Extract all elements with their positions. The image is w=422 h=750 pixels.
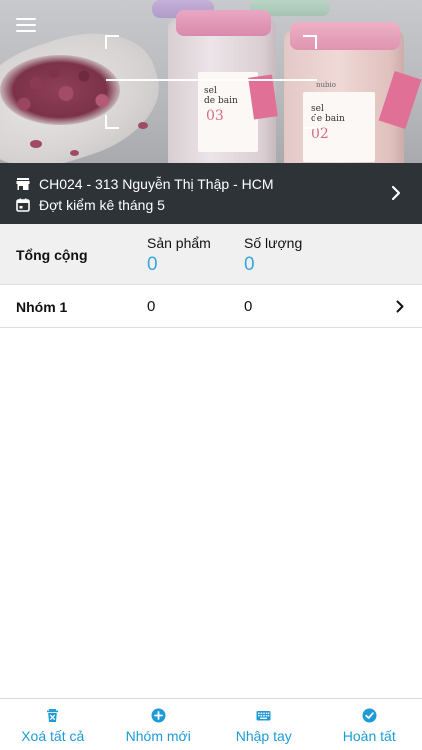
keyboard-icon bbox=[256, 711, 271, 721]
manual-input-button[interactable]: Nhập tay bbox=[211, 699, 317, 750]
summary-title: Tổng cộng bbox=[16, 247, 88, 263]
clear-all-label: Xoá tất cả bbox=[21, 728, 85, 744]
group-row[interactable]: Nhóm 1 0 0 bbox=[0, 286, 422, 328]
session-row: Đợt kiểm kê tháng 5 bbox=[16, 195, 165, 215]
petal-image bbox=[70, 150, 79, 156]
petal-image bbox=[138, 122, 148, 129]
trash-icon bbox=[47, 709, 59, 722]
plus-circle-icon bbox=[151, 708, 166, 723]
jar-lid bbox=[176, 10, 271, 36]
rose-petals-image bbox=[0, 55, 120, 125]
group-quantity: 0 bbox=[244, 298, 253, 315]
quantity-total: 0 bbox=[244, 254, 255, 275]
store-name: CH024 - 313 Nguyễn Thị Thập - HCM bbox=[39, 176, 274, 192]
viewfinder-corner bbox=[303, 115, 317, 129]
products-total: 0 bbox=[147, 254, 158, 275]
camera-preview: sel de bain 03 nubio sel de bain 02 bbox=[0, 0, 422, 163]
jar-label-text: sel de bain bbox=[204, 86, 238, 106]
chevron-right-icon bbox=[391, 185, 401, 201]
jar-brand: nubio bbox=[316, 81, 336, 89]
calendar-icon bbox=[16, 198, 30, 212]
new-group-button[interactable]: Nhóm mới bbox=[106, 699, 212, 750]
new-group-label: Nhóm mới bbox=[125, 728, 191, 744]
complete-label: Hoàn tất bbox=[342, 728, 396, 744]
summary-row: Tổng cộng Sản phẩm 0 Số lượng 0 bbox=[0, 224, 422, 285]
group-products: 0 bbox=[147, 298, 156, 315]
scan-line bbox=[106, 79, 317, 81]
chevron-right-icon bbox=[396, 300, 404, 313]
menu-icon[interactable] bbox=[16, 18, 36, 34]
clear-all-button[interactable]: Xoá tất cả bbox=[0, 699, 106, 750]
viewfinder-corner bbox=[105, 115, 119, 129]
store-icon bbox=[16, 178, 30, 190]
quantity-label: Số lượng bbox=[244, 235, 303, 251]
bottom-toolbar: Xoá tất cả Nhóm mới Nhập tay Hoàn tất bbox=[0, 698, 422, 750]
viewfinder-corner bbox=[105, 35, 119, 49]
store-row: CH024 - 313 Nguyễn Thị Thập - HCM bbox=[16, 174, 273, 194]
group-name: Nhóm 1 bbox=[16, 299, 68, 315]
petal-image bbox=[30, 140, 42, 148]
products-label: Sản phẩm bbox=[147, 235, 211, 251]
jar-label-number: 03 bbox=[206, 108, 224, 124]
check-circle-icon bbox=[362, 708, 377, 723]
store-session-bar[interactable]: CH024 - 313 Nguyễn Thị Thập - HCM Đợt ki… bbox=[0, 163, 422, 224]
viewfinder-corner bbox=[303, 35, 317, 49]
session-name: Đợt kiểm kê tháng 5 bbox=[39, 197, 165, 213]
complete-button[interactable]: Hoàn tất bbox=[317, 699, 422, 750]
manual-input-label: Nhập tay bbox=[235, 728, 292, 744]
